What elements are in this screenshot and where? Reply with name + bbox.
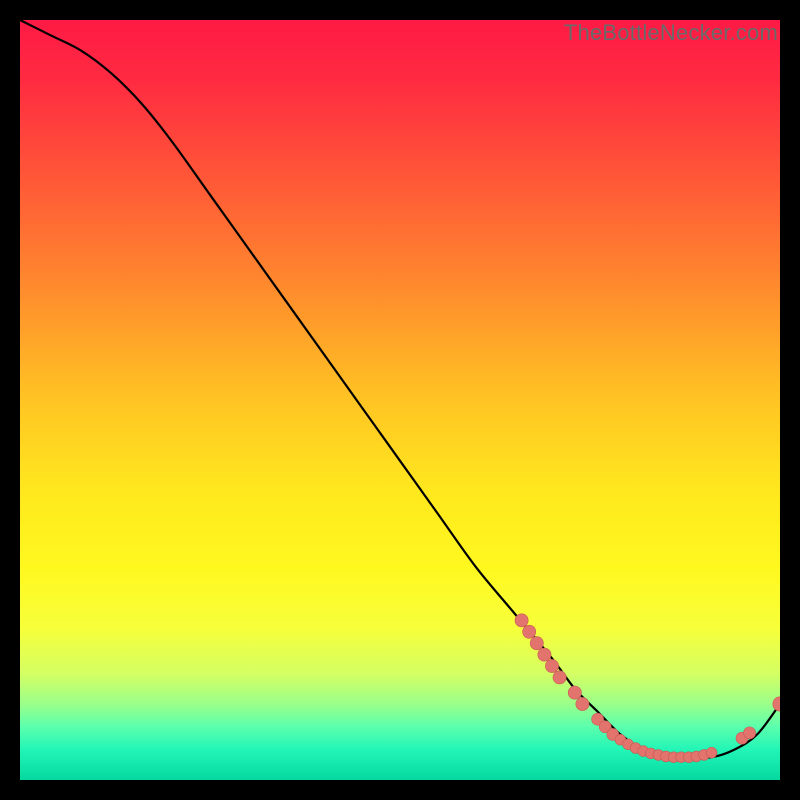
data-point (706, 747, 717, 758)
data-point (538, 648, 551, 661)
data-point (553, 671, 566, 684)
data-point (568, 686, 581, 699)
data-point (530, 637, 543, 650)
watermark-text: TheBottleNecker.com (564, 20, 778, 46)
data-point (744, 727, 756, 739)
data-point (576, 697, 589, 710)
data-point (523, 625, 536, 638)
data-point (545, 659, 558, 672)
chart-frame: TheBottleNecker.com (20, 20, 780, 780)
data-point (515, 614, 528, 627)
bottleneck-chart (20, 20, 780, 780)
gradient-background (20, 20, 780, 780)
